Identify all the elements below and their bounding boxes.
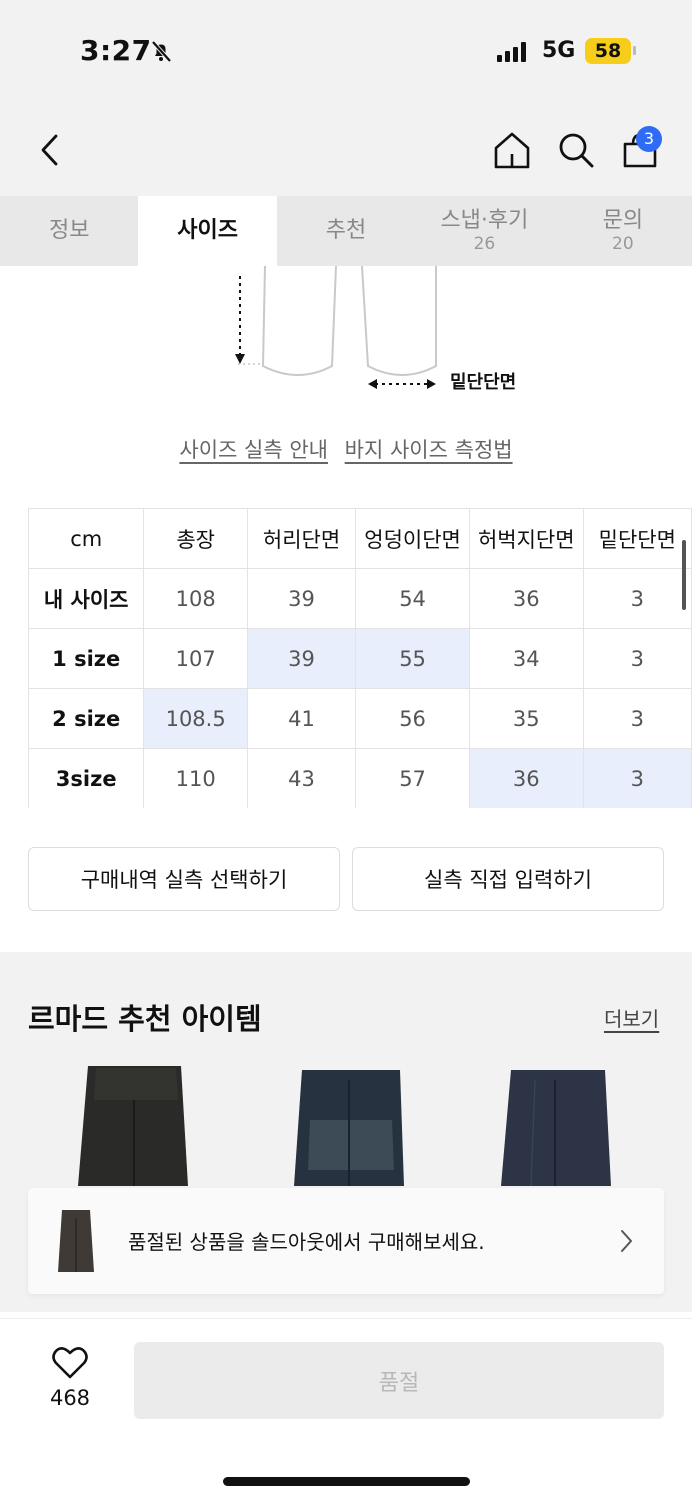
table-cell-match: 36	[468, 748, 584, 808]
table-cell: 3	[582, 688, 692, 749]
table-row-label: 내 사이즈	[28, 568, 145, 629]
more-link[interactable]: 더보기	[604, 1003, 659, 1032]
table-cell: 107	[143, 628, 248, 689]
table-header-cell: 엉덩이단면	[355, 508, 470, 569]
search-icon[interactable]	[556, 130, 596, 170]
soldout-banner[interactable]: 품절된 상품을 솔드아웃에서 구매해보세요.	[28, 1188, 664, 1294]
status-time: 3:27	[80, 34, 152, 67]
product-thumbnail[interactable]	[455, 1060, 655, 1190]
status-bar: 3:27 5G 58	[0, 0, 692, 100]
tab-label: 사이즈	[177, 217, 238, 243]
table-cell: 3	[582, 628, 692, 689]
table-cell: 57	[355, 748, 470, 808]
top-nav	[0, 100, 692, 196]
table-cell-match: 55	[355, 628, 470, 689]
table-row: 1 size 107 39 55 34 3	[28, 628, 692, 689]
table-cell: 35	[468, 688, 584, 749]
size-table-container[interactable]: cm 총장 허리단면 엉덩이단면 허벅지단면 밑단단면 내 사이즈 108 39…	[28, 508, 692, 808]
table-cell-match: 108.5	[143, 688, 248, 749]
tab-label: 추천	[325, 217, 367, 243]
table-cell: 43	[246, 748, 357, 808]
network-label: 5G	[542, 38, 576, 63]
table-header-cell: 밑단단면	[582, 508, 692, 569]
chevron-right-icon	[621, 1230, 632, 1252]
heart-icon[interactable]	[52, 1346, 88, 1380]
battery-icon: 58	[585, 38, 631, 64]
like-count: 468	[49, 1386, 91, 1410]
table-row: 2 size 108.5 41 56 35 3	[28, 688, 692, 749]
tab-count: 20	[612, 233, 634, 254]
product-tabs: 정보 사이즈 추천 스냅·후기 26 문의 20	[0, 196, 692, 266]
table-row: 3size 110 43 57 36 3	[28, 748, 692, 808]
purchase-history-measure-button[interactable]: 구매내역 실측 선택하기	[28, 847, 340, 911]
cart-count-badge: 3	[636, 126, 662, 152]
tab-label: 문의	[602, 207, 644, 233]
table-header-cell: 허리단면	[246, 508, 357, 569]
table-header-cell: 총장	[143, 508, 248, 569]
table-cell: 41	[246, 688, 357, 749]
table-header-row: cm 총장 허리단면 엉덩이단면 허벅지단면 밑단단면	[28, 508, 692, 569]
table-header-cell: 허벅지단면	[468, 508, 584, 569]
home-indicator	[223, 1477, 470, 1486]
bell-muted-icon	[151, 40, 172, 63]
signal-icon	[497, 42, 526, 62]
table-cell-match: 3	[582, 748, 692, 808]
table-scrollbar[interactable]	[682, 540, 686, 610]
tab-count: 26	[473, 233, 496, 254]
product-thumbnail[interactable]	[252, 1060, 452, 1190]
back-arrow-icon[interactable]	[38, 132, 62, 168]
table-cell: 110	[143, 748, 248, 808]
tab-inquiry[interactable]: 문의 20	[554, 196, 692, 266]
tab-info[interactable]: 정보	[0, 196, 138, 266]
table-header-cell: cm	[28, 508, 145, 569]
diagram-label: 밑단단면	[450, 372, 517, 393]
pants-measure-link[interactable]: 바지 사이즈 측정법	[345, 438, 513, 462]
table-row: 내 사이즈 108 39 54 36 3	[28, 568, 692, 629]
size-guide-link[interactable]: 사이즈 실측 안내	[179, 438, 328, 462]
tab-label: 스냅·후기	[440, 207, 529, 233]
table-cell: 54	[355, 568, 470, 629]
toast-product-thumbnail	[58, 1210, 94, 1272]
pants-measurement-diagram	[235, 266, 437, 389]
table-cell: 108	[143, 568, 248, 629]
soldout-banner-text: 품절된 상품을 솔드아웃에서 구매해보세요.	[128, 1230, 485, 1254]
battery-tip	[633, 46, 636, 55]
table-cell: 56	[355, 688, 470, 749]
table-cell: 3	[582, 568, 692, 629]
table-row-label: 3size	[28, 748, 145, 808]
tab-snap-review[interactable]: 스냅·후기 26	[415, 196, 553, 266]
table-row-label: 2 size	[28, 688, 145, 749]
tab-label: 정보	[48, 217, 90, 243]
direct-input-measure-button[interactable]: 실측 직접 입력하기	[352, 847, 664, 911]
table-row-label: 1 size	[28, 628, 145, 689]
product-thumbnail[interactable]	[36, 1060, 236, 1190]
tab-recommend[interactable]: 추천	[277, 196, 415, 266]
table-cell-match: 39	[246, 628, 357, 689]
table-cell: 34	[468, 628, 584, 689]
size-table: cm 총장 허리단면 엉덩이단면 허벅지단면 밑단단면 내 사이즈 108 39…	[28, 508, 692, 808]
soldout-button[interactable]: 품절	[134, 1342, 664, 1419]
table-cell: 36	[468, 568, 584, 629]
table-cell: 39	[246, 568, 357, 629]
recommendation-title: 르마드 추천 아이템	[28, 1002, 262, 1036]
size-guide-links: 사이즈 실측 안내 바지 사이즈 측정법	[0, 434, 692, 464]
home-icon[interactable]	[492, 130, 532, 170]
measure-buttons: 구매내역 실측 선택하기 실측 직접 입력하기	[28, 847, 664, 911]
tab-size[interactable]: 사이즈	[138, 196, 277, 266]
